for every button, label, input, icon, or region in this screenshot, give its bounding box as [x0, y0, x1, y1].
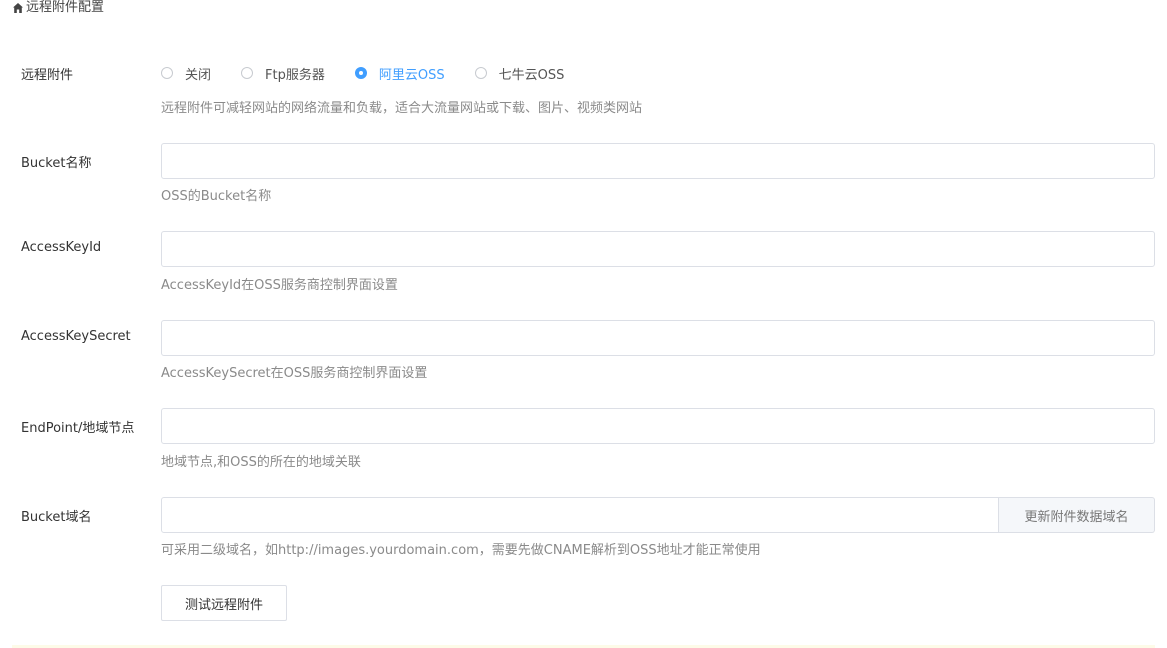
home-icon — [13, 3, 23, 13]
access-key-id-control — [161, 231, 1155, 267]
remote-attachment-help: 远程附件可减轻网站的网络流量和负载，适合大流量网站或下载、图片、视频类网站 — [161, 101, 643, 116]
access-key-secret-help: AccessKeySecret在OSS服务商控制界面设置 — [161, 366, 428, 381]
access-key-id-input[interactable] — [161, 231, 1155, 267]
bucket-name-input[interactable] — [161, 143, 1155, 179]
bucket-domain-input[interactable] — [161, 497, 999, 533]
radio-label: 七牛云OSS — [498, 67, 565, 83]
access-key-secret-control — [161, 320, 1155, 356]
access-key-id-help: AccessKeyId在OSS服务商控制界面设置 — [161, 278, 398, 293]
page-title: 远程附件配置 — [26, 0, 105, 15]
update-attachment-domain-button[interactable]: 更新附件数据域名 — [999, 497, 1155, 533]
radio-label: 阿里云OSS — [378, 67, 445, 83]
remote-attachment-settings-page: 远程附件配置 远程附件 关闭 Ftp服务器 阿里云OSS 七牛云OSS 远程附件… — [0, 0, 1167, 648]
radio-option-ftp[interactable]: Ftp服务器 — [241, 64, 325, 83]
bucket-domain-input-group: 更新附件数据域名 — [161, 497, 1155, 533]
access-key-secret-label: AccessKeySecret — [21, 329, 131, 344]
remote-attachment-label: 远程附件 — [21, 68, 74, 83]
radio-circle[interactable] — [161, 67, 173, 79]
test-remote-attachment-button[interactable]: 测试远程附件 — [161, 585, 287, 621]
bucket-name-label: Bucket名称 — [21, 156, 92, 171]
bucket-name-control — [161, 143, 1155, 179]
radio-option-aliyun-oss[interactable]: 阿里云OSS — [354, 64, 445, 83]
endpoint-input[interactable] — [161, 408, 1155, 444]
endpoint-control — [161, 408, 1155, 444]
access-key-secret-input[interactable] — [161, 320, 1155, 356]
access-key-id-label: AccessKeyId — [21, 240, 102, 255]
breadcrumb: 远程附件配置 — [12, 0, 104, 16]
radio-circle[interactable] — [241, 67, 254, 79]
radio-circle[interactable] — [474, 67, 487, 79]
bucket-name-help: OSS的Bucket名称 — [161, 189, 272, 204]
radio-option-qiniu-oss[interactable]: 七牛云OSS — [474, 64, 565, 83]
radio-label: 关闭 — [185, 67, 212, 83]
bucket-domain-help: 可采用二级域名，如http://images.yourdomain.com，需要… — [161, 543, 761, 558]
endpoint-help: 地域节点,和OSS的所在的地域关联 — [161, 455, 361, 470]
endpoint-label: EndPoint/地域节点 — [21, 421, 135, 436]
radio-circle-checked[interactable] — [354, 67, 367, 79]
remote-attachment-radio-group: 关闭 Ftp服务器 阿里云OSS 七牛云OSS — [161, 63, 594, 83]
radio-option-off[interactable]: 关闭 — [161, 64, 211, 83]
radio-label: Ftp服务器 — [265, 67, 325, 83]
bucket-domain-label: Bucket域名 — [21, 510, 92, 525]
